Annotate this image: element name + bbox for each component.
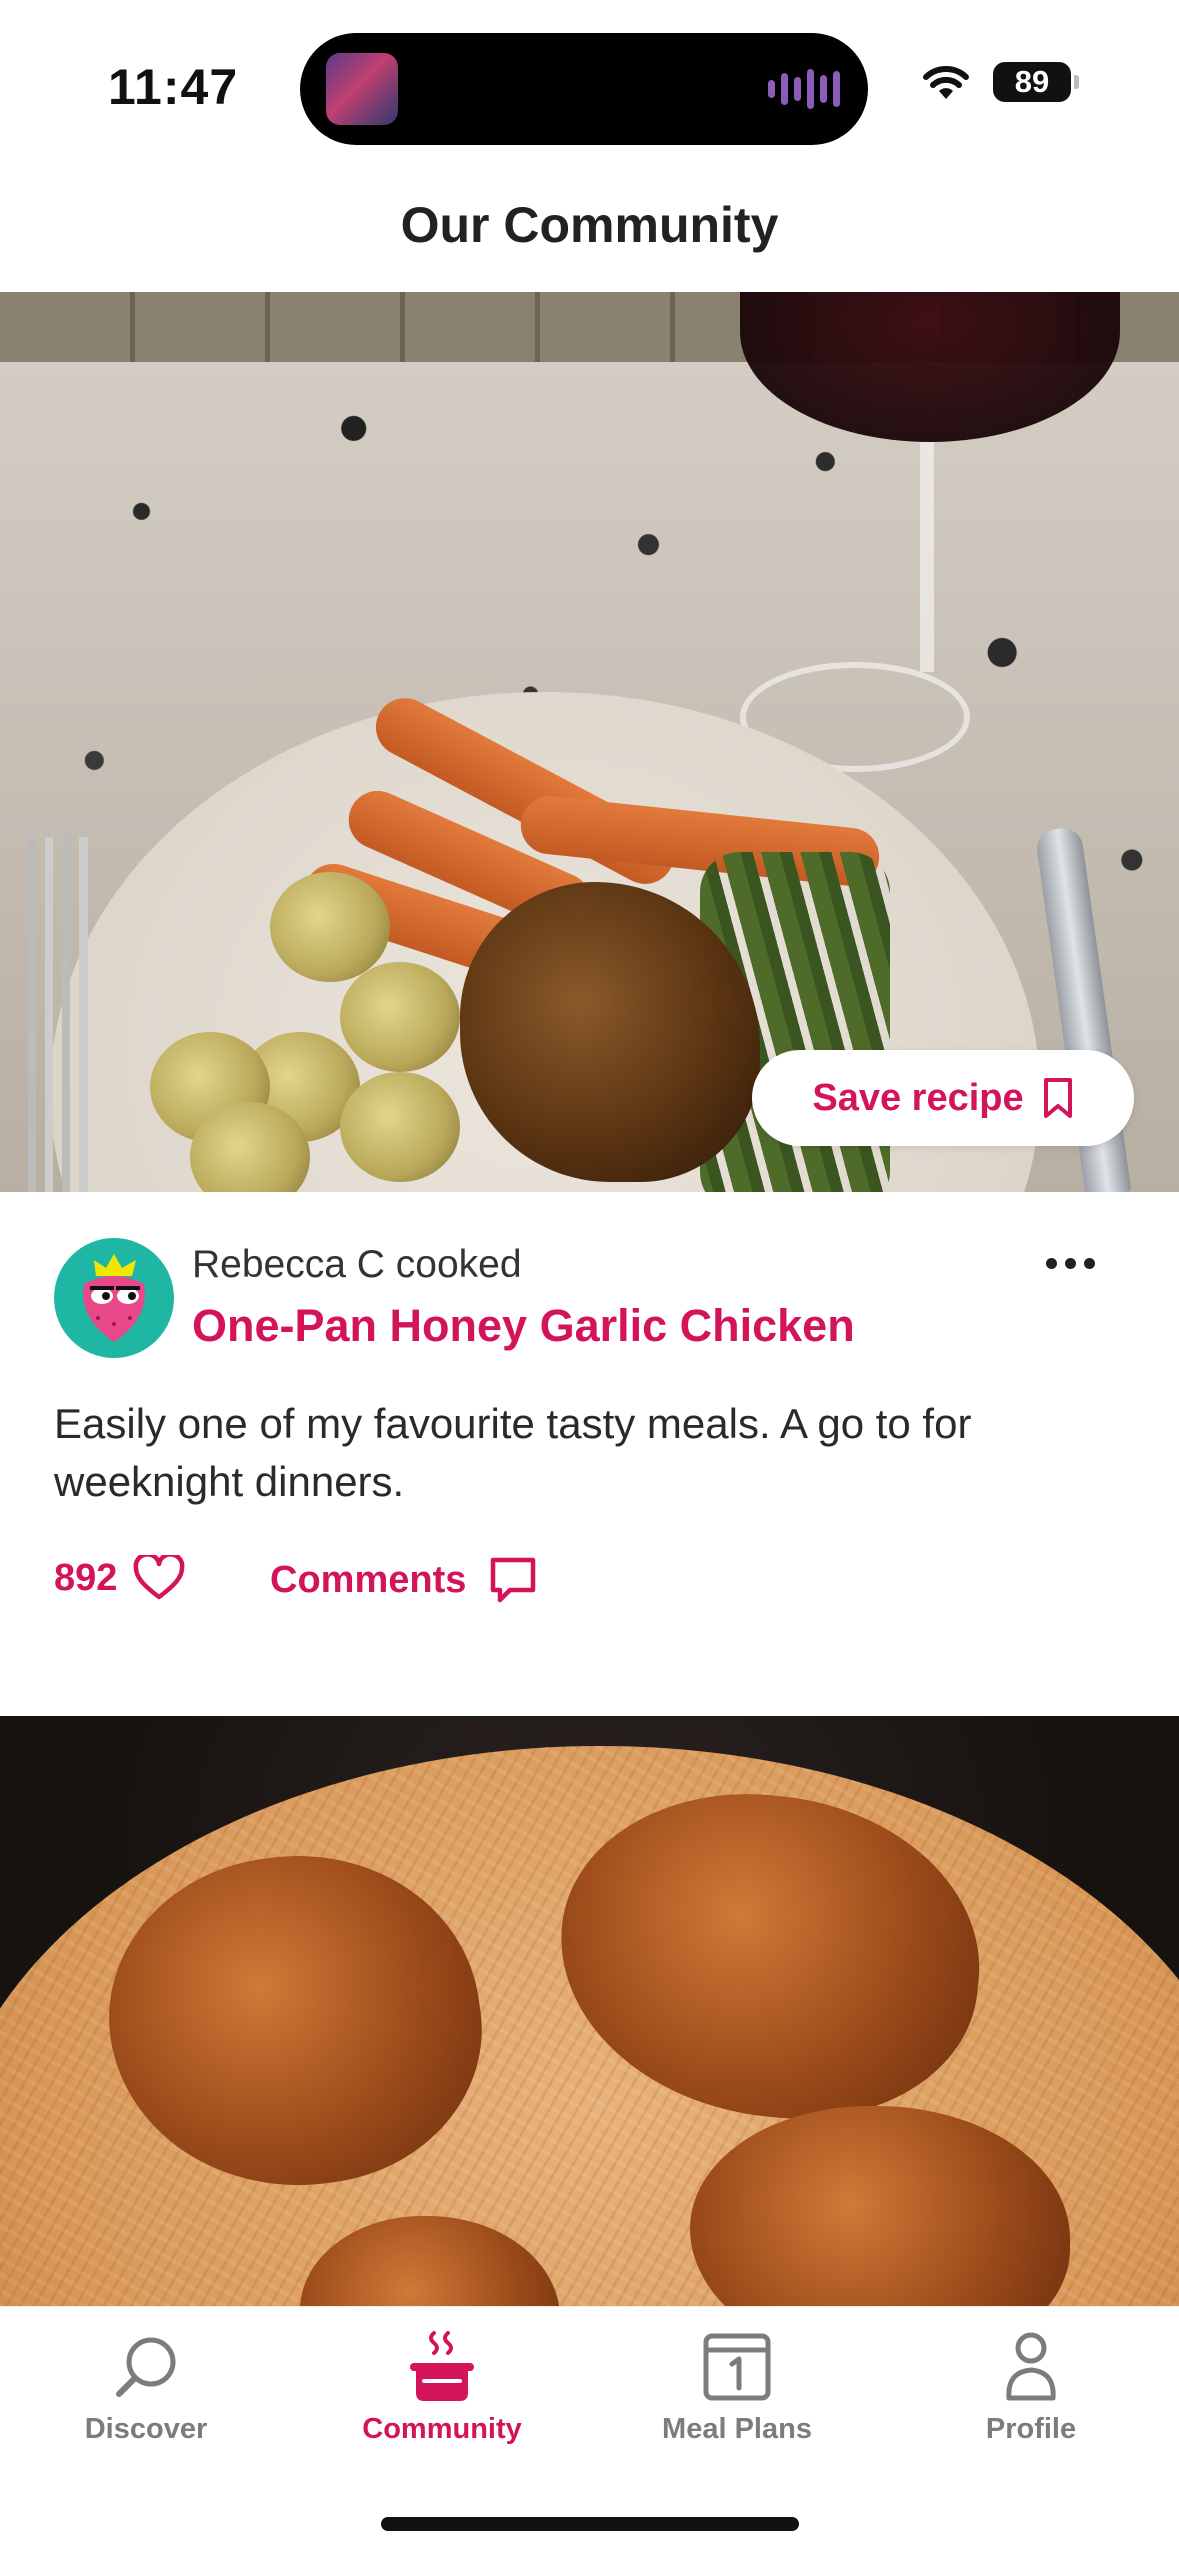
now-playing-artwork xyxy=(326,53,398,125)
comments-button[interactable]: Comments xyxy=(270,1555,538,1605)
tab-meal-plans[interactable]: Meal Plans xyxy=(617,2327,857,2467)
status-icons: 89 xyxy=(921,62,1079,102)
calendar-icon xyxy=(697,2327,777,2407)
post-photo[interactable]: Save recipe xyxy=(0,292,1179,1192)
person-icon xyxy=(991,2327,1071,2407)
post-photo[interactable] xyxy=(0,1716,1179,2306)
more-options-button[interactable] xyxy=(1046,1248,1102,1278)
dot xyxy=(1046,1257,1057,1269)
strawberry-icon xyxy=(83,1254,145,1342)
bookmark-icon xyxy=(1043,1078,1072,1118)
save-recipe-label: Save recipe xyxy=(812,1076,1024,1119)
battery-icon: 89 xyxy=(993,62,1079,102)
status-time: 11:47 xyxy=(108,59,239,115)
comments-label: Comments xyxy=(270,1558,467,1601)
page-title: Our Community xyxy=(400,197,779,253)
home-indicator[interactable] xyxy=(381,2517,799,2531)
dot xyxy=(1084,1257,1095,1269)
wifi-icon xyxy=(923,66,969,99)
dynamic-island[interactable] xyxy=(300,33,868,145)
battery-level: 89 xyxy=(1014,64,1050,99)
tab-profile[interactable]: Profile xyxy=(911,2327,1151,2467)
recipe-title-link[interactable]: One-Pan Honey Garlic Chicken xyxy=(192,1300,855,1352)
dot xyxy=(1065,1257,1076,1269)
likes-count: 892 xyxy=(54,1556,118,1599)
avatar[interactable] xyxy=(54,1238,174,1358)
cooking-pot-icon xyxy=(402,2327,482,2407)
status-bar: 11:47 89 xyxy=(0,0,1179,170)
save-recipe-button[interactable]: Save recipe xyxy=(752,1050,1134,1146)
search-icon xyxy=(106,2327,186,2407)
tab-label: Meal Plans xyxy=(662,2413,812,2445)
author-line: Rebecca C cooked xyxy=(192,1243,522,1286)
heart-icon xyxy=(134,1555,185,1600)
tab-label: Community xyxy=(362,2413,522,2445)
tab-discover[interactable]: Discover xyxy=(26,2327,266,2467)
tab-community[interactable]: Community xyxy=(322,2327,562,2467)
tab-label: Discover xyxy=(84,2413,208,2445)
post-caption: Easily one of my favourite tasty meals. … xyxy=(54,1400,972,1505)
tab-label: Profile xyxy=(985,2413,1077,2445)
comment-bubble-icon xyxy=(491,1557,536,1603)
audio-waveform-icon xyxy=(768,67,840,111)
like-button[interactable]: 892 xyxy=(54,1555,185,1601)
